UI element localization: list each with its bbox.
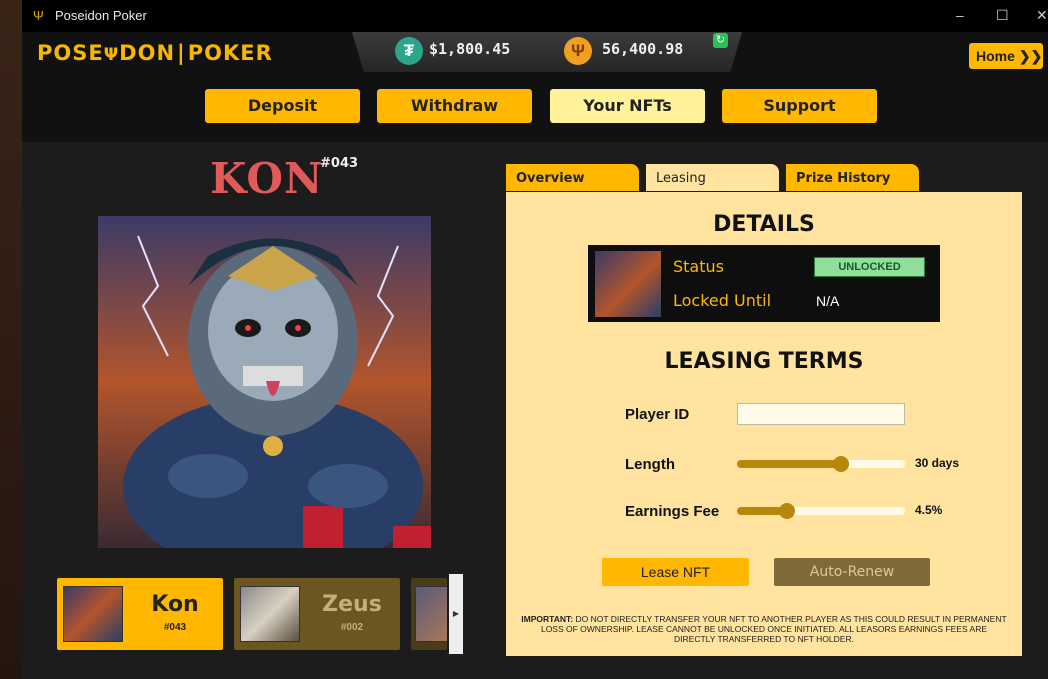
poseidon-balance: 56,400.98	[602, 40, 684, 58]
length-value: 30 days	[915, 456, 960, 470]
earnings-fee-slider[interactable]	[737, 503, 905, 519]
nft-card-kon[interactable]: Kon #043	[57, 578, 223, 650]
your-nfts-button[interactable]: Your NFTs	[550, 89, 705, 123]
zeus-thumbnail	[240, 586, 300, 642]
length-label: Length	[625, 456, 675, 473]
withdraw-button[interactable]: Withdraw	[377, 89, 532, 123]
desktop-background	[0, 0, 22, 679]
partial-thumbnail	[415, 586, 447, 642]
main-content: KON #043 Kon #043 Zeus #002 ▶ Overview L…	[22, 142, 1048, 679]
window-title: Poseidon Poker	[55, 8, 147, 23]
tab-leasing[interactable]: Leasing	[646, 164, 779, 191]
auto-renew-button[interactable]: Auto-Renew	[774, 558, 930, 586]
nft-card-number: #002	[340, 622, 364, 633]
tab-prize-history[interactable]: Prize History	[786, 164, 919, 191]
minimize-icon[interactable]: –	[956, 7, 964, 23]
nft-title: KON	[210, 154, 324, 203]
earnings-fee-slider-handle[interactable]	[779, 503, 796, 519]
app-header: POSEΨDON|POKER ₮ $1,800.45 Ψ 56,400.98 ↻…	[22, 32, 1048, 142]
nft-card-number: #043	[163, 622, 187, 633]
length-slider-fill	[737, 460, 842, 468]
poseidon-coin-icon: Ψ	[564, 37, 592, 65]
details-heading: DETAILS	[713, 212, 815, 237]
nft-artwork	[98, 216, 431, 548]
home-button[interactable]: Home ❯❯	[969, 43, 1043, 69]
locked-until-label: Locked Until	[673, 291, 772, 310]
nft-card-name: Kon	[151, 592, 199, 617]
nft-carousel: Kon #043 Zeus #002	[57, 578, 463, 652]
nft-card-name: Zeus	[322, 592, 382, 617]
deposit-button[interactable]: Deposit	[205, 89, 360, 123]
close-icon[interactable]: ✕	[1036, 7, 1048, 24]
window-titlebar: Ψ Poseidon Poker – ☐ ✕	[22, 0, 1048, 32]
nft-number: #043	[320, 156, 359, 171]
trident-icon: Ψ	[33, 8, 44, 23]
nft-mini-image	[595, 251, 661, 317]
nft-card-zeus[interactable]: Zeus #002	[234, 578, 400, 650]
tab-overview[interactable]: Overview	[506, 164, 639, 191]
locked-until-value: N/A	[816, 293, 840, 309]
refresh-icon[interactable]: ↻	[713, 33, 728, 48]
tether-coin-icon: ₮	[395, 37, 423, 65]
maximize-icon[interactable]: ☐	[996, 7, 1009, 24]
leasing-panel: DETAILS Status UNLOCKED Locked Until N/A…	[506, 192, 1022, 656]
earnings-fee-value: 4.5%	[915, 503, 943, 517]
lease-nft-button[interactable]: Lease NFT	[602, 558, 749, 586]
important-notice: IMPORTANT: DO NOT DIRECTLY TRANSFER YOUR…	[521, 614, 1007, 644]
double-chevron-right-icon: ❯❯	[1018, 48, 1043, 64]
carousel-scroll-right-icon[interactable]: ▶	[449, 574, 463, 654]
earnings-fee-label: Earnings Fee	[625, 503, 720, 520]
usdt-balance: $1,800.45	[429, 40, 511, 58]
nft-card-partial[interactable]	[411, 578, 447, 650]
poseidon-poker-logo: POSEΨDON|POKER	[37, 41, 273, 65]
details-box: Status UNLOCKED Locked Until N/A	[588, 245, 940, 322]
kon-thumbnail	[63, 586, 123, 642]
length-slider-handle[interactable]	[833, 456, 850, 472]
status-badge: UNLOCKED	[814, 257, 925, 277]
support-button[interactable]: Support	[722, 89, 877, 123]
player-id-label: Player ID	[625, 406, 690, 423]
status-label: Status	[673, 257, 724, 276]
leasing-terms-heading: LEASING TERMS	[664, 349, 864, 374]
length-slider[interactable]	[737, 456, 905, 472]
player-id-input[interactable]	[737, 403, 905, 425]
